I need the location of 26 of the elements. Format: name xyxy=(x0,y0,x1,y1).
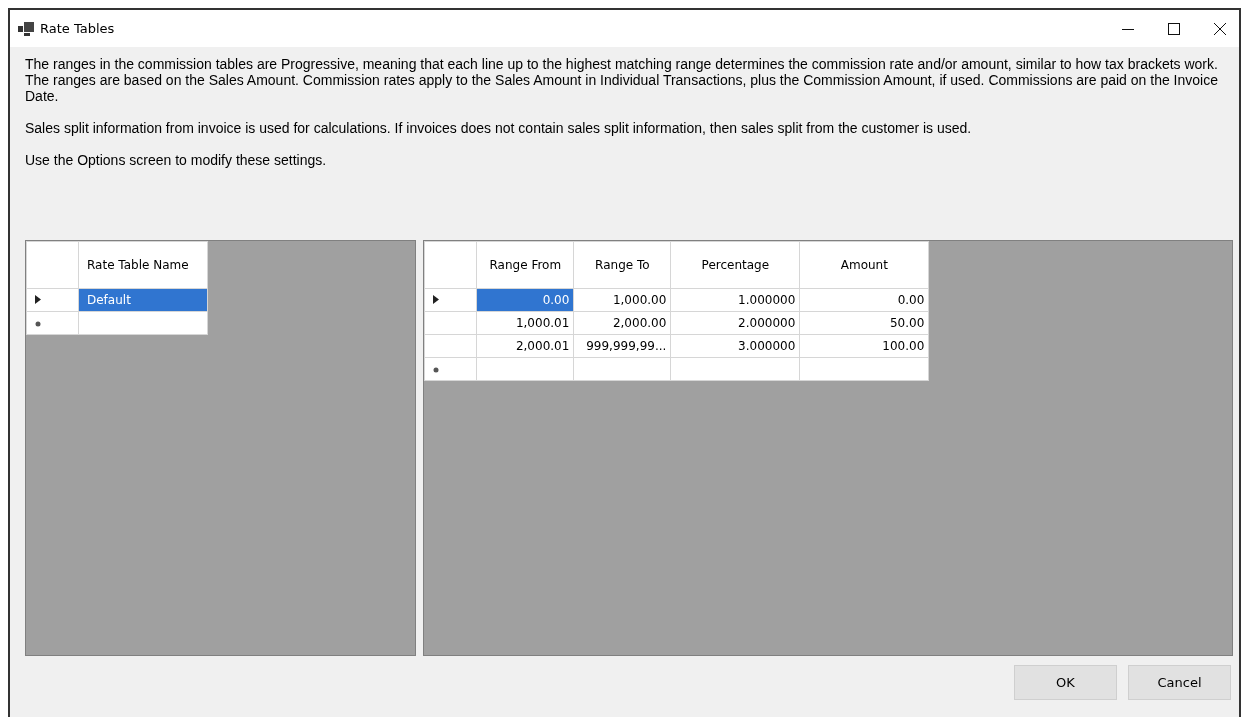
table-cell[interactable]: 100.00 xyxy=(799,334,929,358)
column-header[interactable]: Rate Table Name xyxy=(78,241,208,289)
column-header[interactable]: Range To xyxy=(573,241,671,289)
ok-button[interactable]: OK xyxy=(1014,665,1117,700)
table-cell[interactable] xyxy=(799,357,929,381)
row-header[interactable] xyxy=(26,288,79,312)
column-header[interactable]: Range From xyxy=(476,241,574,289)
description-text: Sales split information from invoice is used for calculations. If invoices does not contain sales split information, then sales split from the customer is used. xyxy=(25,120,973,136)
table-cell[interactable]: 1.000000 xyxy=(670,288,800,312)
table-cell[interactable]: 2.000000 xyxy=(670,311,800,335)
table-cell[interactable] xyxy=(78,311,208,335)
table-cell[interactable]: 50.00 xyxy=(799,311,929,335)
table-cell[interactable]: 0.00 xyxy=(799,288,929,312)
description-text: Use the Options screen to modify these settings. xyxy=(25,152,328,168)
close-icon[interactable] xyxy=(1213,21,1227,36)
maximize-icon[interactable] xyxy=(1167,21,1181,36)
description-text: The ranges in the commission tables are Progressive, meaning that each line up to the highest matching range determines the commission rate and/or amount, similar to how tax brackets work. The ranges are based on the Sales Amount. Commission rates apply to the Sales Amount in Individual Transactions, plus the Commission Amount, if used. Commissions are paid on the Invoice Date. xyxy=(25,56,1219,104)
table-cell[interactable]: 3.000000 xyxy=(670,334,800,358)
table-cell[interactable] xyxy=(670,357,800,381)
column-header[interactable]: Percentage xyxy=(670,241,800,289)
row-header[interactable] xyxy=(424,288,477,312)
app-icon xyxy=(18,21,34,36)
column-header[interactable]: Amount xyxy=(799,241,929,289)
cancel-button[interactable]: Cancel xyxy=(1128,665,1231,700)
window-title: Rate Tables xyxy=(40,21,115,36)
table-cell[interactable]: Default xyxy=(78,288,208,312)
